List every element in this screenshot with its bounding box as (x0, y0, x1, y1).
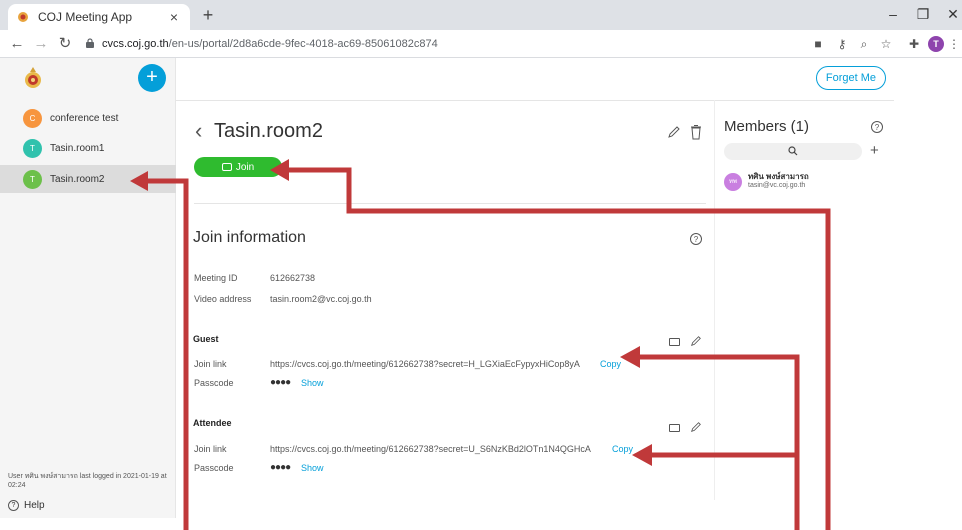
meeting-id-value: 612662738 (270, 273, 316, 283)
guest-join-link-label: Join link (194, 359, 227, 369)
room-label: conference test (50, 112, 119, 124)
forward-arrow-icon[interactable]: → (32, 34, 50, 54)
url-field[interactable]: cvcs.coj.go.th/en-us/portal/2d8a6cde-9fe… (86, 33, 806, 55)
attendee-copy-link[interactable]: Copy (612, 444, 633, 454)
minimize-icon[interactable]: – (884, 6, 902, 22)
extensions-icon[interactable]: ✚ (906, 36, 922, 52)
room-avatar: C (23, 108, 42, 128)
right-gutter (894, 58, 962, 518)
help-icon: ? (8, 500, 19, 511)
join-info-help-icon[interactable]: ? (690, 233, 702, 245)
help-label: Help (24, 500, 45, 511)
last-login-text: User ทศิน พงษ์สามารถ last logged in 2021… (8, 473, 167, 489)
meeting-id-label: Meeting ID (194, 273, 238, 283)
key-icon[interactable]: ⚷ (834, 36, 850, 52)
join-button[interactable]: Join (194, 157, 282, 177)
browser-tab[interactable]: COJ Meeting App × (8, 4, 190, 30)
video-address-value: tasin.room2@vc.coj.go.th (270, 294, 372, 304)
sidebar-room-conference-test[interactable]: C conference test (0, 104, 176, 132)
join-label: Join (235, 161, 255, 173)
camera-icon[interactable]: ■ (810, 36, 826, 52)
sidebar: + C conference test T Tasin.room1 T Tasi… (0, 58, 176, 518)
add-room-button[interactable]: + (138, 64, 166, 92)
room-label: Tasin.room2 (50, 173, 105, 185)
member-search-input[interactable] (724, 143, 862, 160)
lock-icon (86, 37, 96, 51)
members-help-icon[interactable]: ? (871, 121, 883, 133)
attendee-join-link[interactable]: https://cvcs.coj.go.th/meeting/612662738… (270, 444, 591, 454)
guest-passcode-mask: ●●●● (270, 377, 291, 388)
new-tab-button[interactable]: + (198, 6, 218, 24)
edit-pencil-icon[interactable] (667, 125, 681, 139)
guest-show-passcode[interactable]: Show (301, 378, 324, 388)
attendee-passcode-label: Passcode (194, 463, 234, 473)
coj-logo-icon (22, 66, 44, 90)
guest-email-icon[interactable] (669, 338, 680, 346)
browser-tab-bar: COJ Meeting App × + – ❐ ✕ (0, 0, 962, 30)
add-member-button[interactable]: + (870, 142, 879, 159)
back-arrow-icon[interactable]: ← (8, 34, 26, 54)
search-icon (788, 145, 798, 159)
help-link[interactable]: ? Help (8, 500, 45, 511)
url-host: cvcs.coj.go.th (102, 38, 169, 50)
attendee-show-passcode[interactable]: Show (301, 463, 324, 473)
profile-avatar[interactable]: T (928, 36, 944, 52)
video-address-label: Video address (194, 294, 252, 304)
join-information-heading: Join information (193, 229, 306, 246)
header-divider (176, 100, 894, 101)
members-heading: Members (1) (724, 118, 810, 135)
sidebar-room-tasin-room2[interactable]: T Tasin.room2 (0, 165, 176, 193)
url-path: /en-us/portal/2d8a6cde-9fec-4018-ac69-85… (168, 38, 438, 50)
attendee-heading: Attendee (193, 418, 232, 428)
close-window-icon[interactable]: ✕ (944, 6, 962, 23)
guest-join-link[interactable]: https://cvcs.coj.go.th/meeting/612662738… (270, 359, 580, 369)
room-avatar: T (23, 169, 42, 189)
menu-dots-icon[interactable]: ⋮ (946, 36, 962, 52)
video-camera-icon (221, 163, 232, 171)
members-divider (714, 100, 715, 500)
room-label: Tasin.room1 (50, 142, 105, 154)
reload-icon[interactable]: ↻ (56, 34, 74, 54)
forget-me-button[interactable]: Forget Me (816, 66, 886, 90)
attendee-edit-icon[interactable] (690, 421, 702, 433)
guest-passcode-label: Passcode (194, 378, 234, 388)
app-favicon-icon (16, 10, 30, 24)
guest-copy-link[interactable]: Copy (600, 359, 621, 369)
member-avatar: ทพ (724, 173, 742, 191)
tab-close-icon[interactable]: × (166, 9, 182, 25)
room-avatar: T (23, 138, 42, 158)
guest-edit-icon[interactable] (690, 335, 702, 347)
back-chevron-icon[interactable]: ‹ (195, 120, 202, 142)
restore-icon[interactable]: ❐ (914, 6, 932, 23)
zoom-icon[interactable]: ⌕ (856, 36, 872, 52)
attendee-join-link-label: Join link (194, 444, 227, 454)
top-header (176, 58, 894, 100)
bookmark-star-icon[interactable]: ☆ (878, 36, 894, 52)
member-email: tasin@vc.coj.go.th (748, 182, 806, 189)
address-bar-row: ← → ↻ cvcs.coj.go.th/en-us/portal/2d8a6c… (0, 30, 962, 58)
tab-title: COJ Meeting App (38, 10, 133, 24)
attendee-email-icon[interactable] (669, 424, 680, 432)
sidebar-room-tasin-room1[interactable]: T Tasin.room1 (0, 134, 176, 162)
attendee-passcode-mask: ●●●● (270, 462, 291, 473)
guest-heading: Guest (193, 334, 219, 344)
room-title: Tasin.room2 (214, 120, 323, 142)
trash-icon[interactable] (690, 124, 702, 140)
section-divider (194, 203, 706, 204)
